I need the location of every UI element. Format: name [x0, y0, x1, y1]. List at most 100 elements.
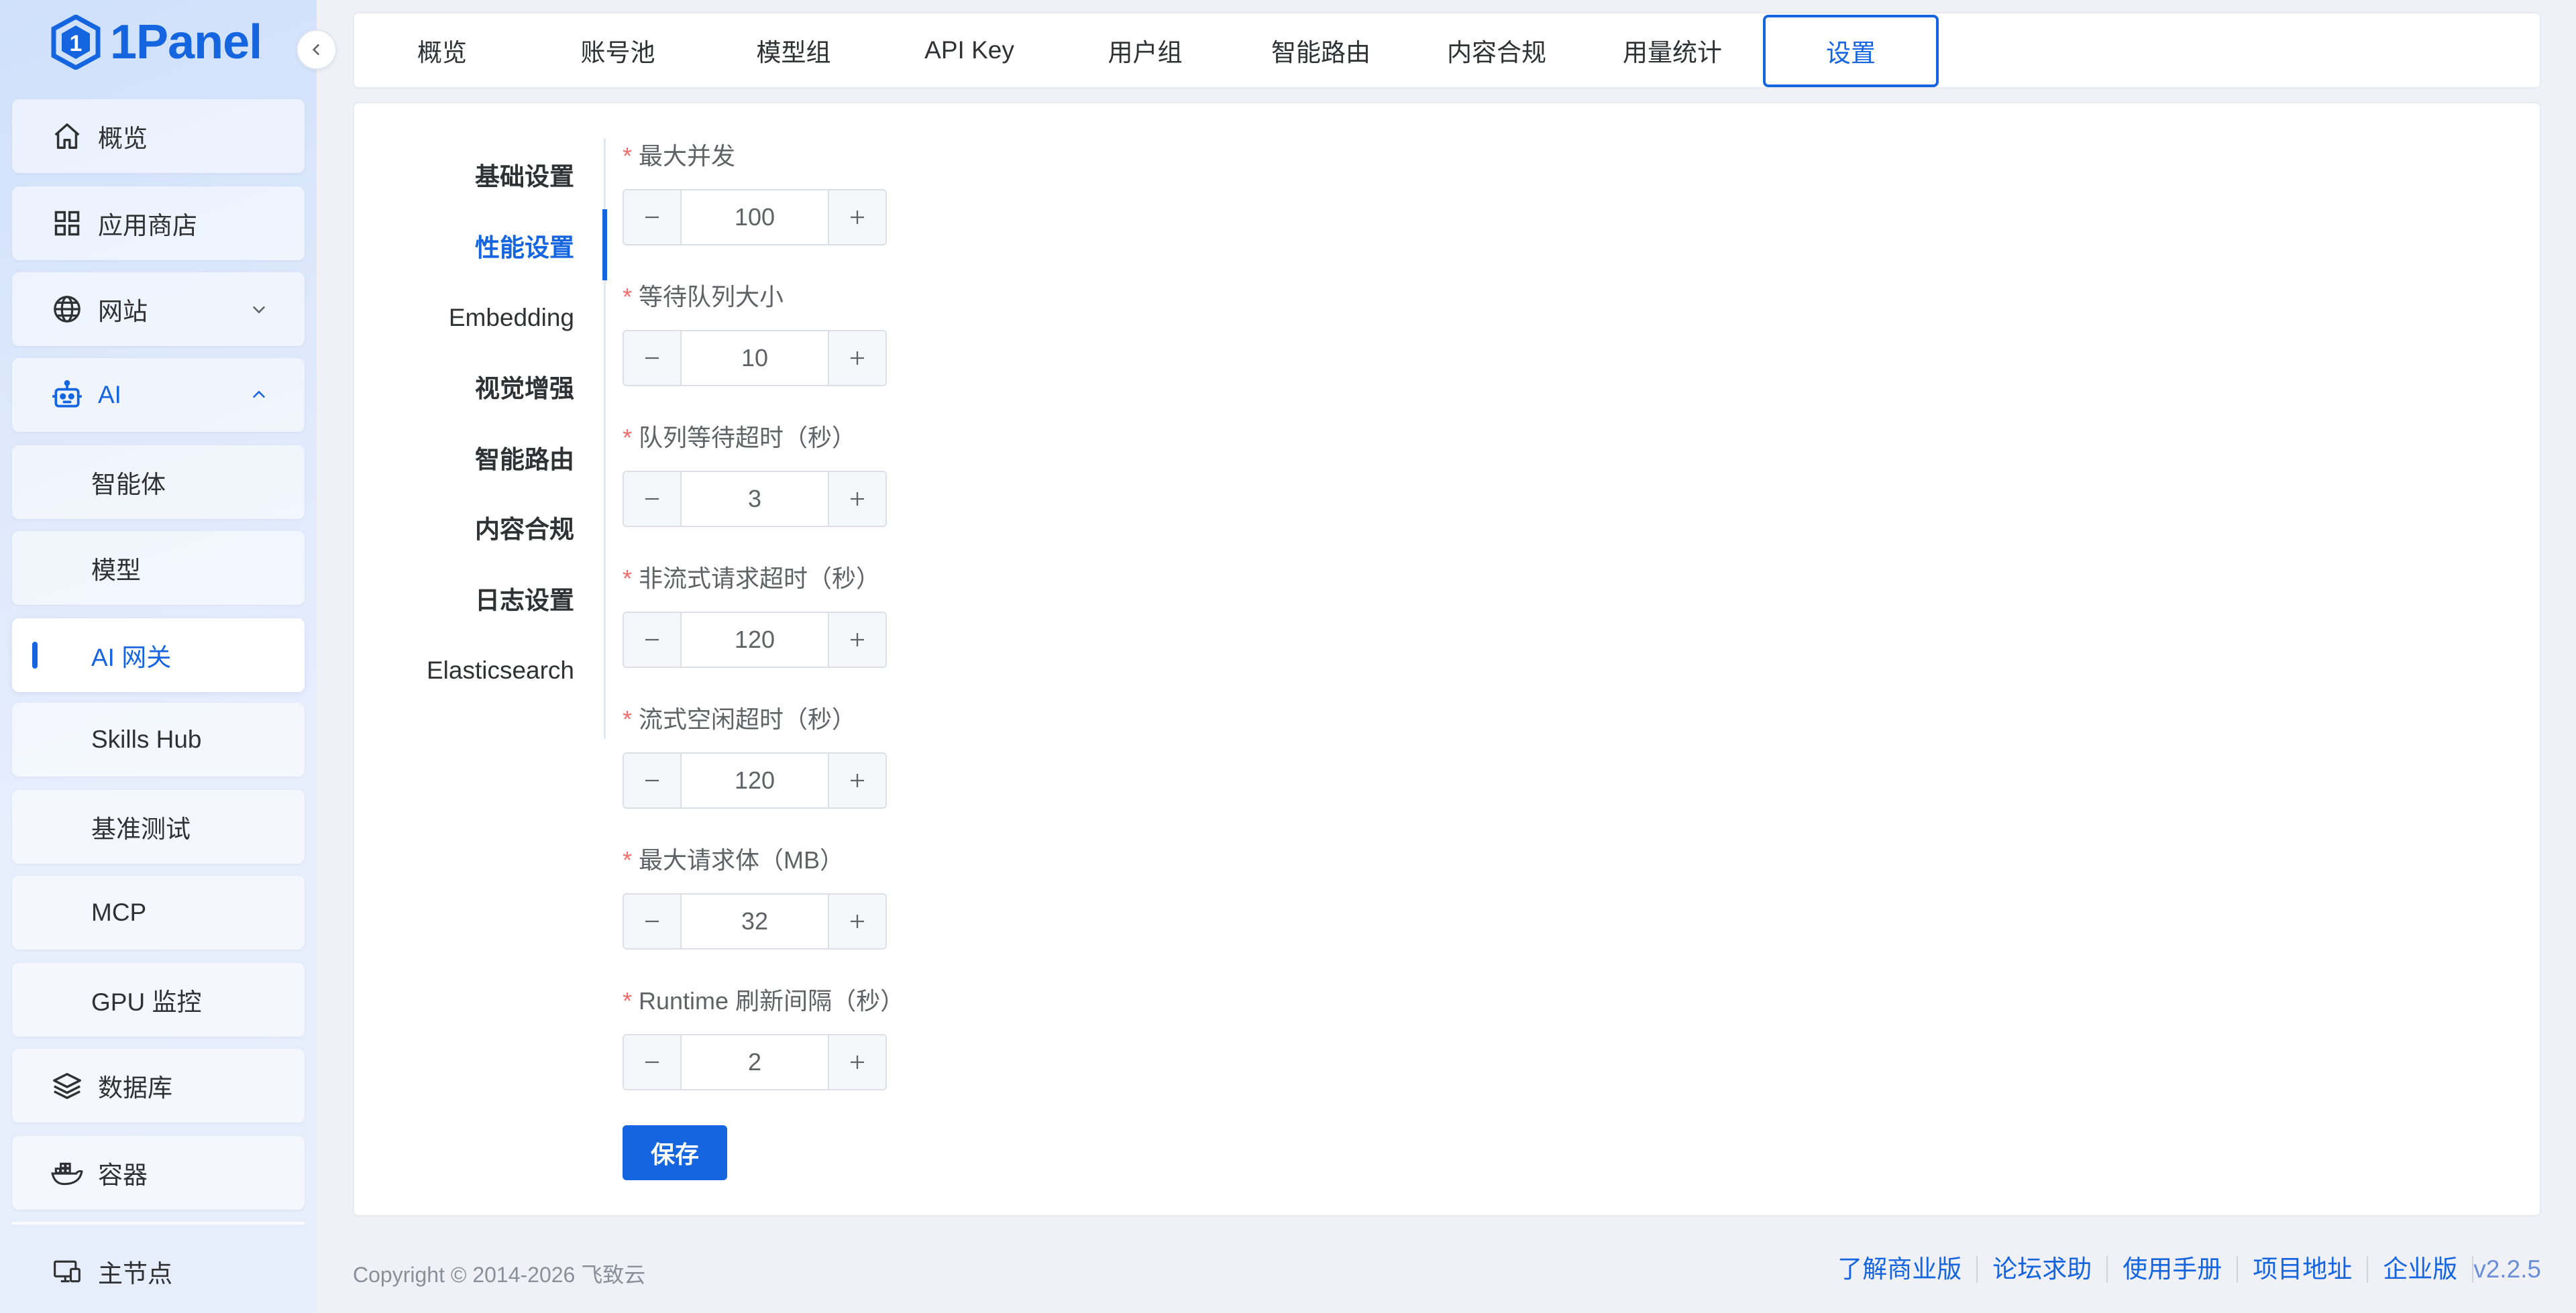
- decrement-button[interactable]: [624, 1035, 682, 1089]
- subnav-performance-settings[interactable]: 性能设置: [354, 228, 606, 268]
- sidebar-item-database[interactable]: 数据库: [12, 1049, 305, 1123]
- tab-model-group[interactable]: 模型组: [706, 15, 881, 86]
- increment-button[interactable]: [828, 472, 885, 526]
- sidebar-item-ai[interactable]: AI: [12, 358, 305, 432]
- subnav-elasticsearch[interactable]: Elasticsearch: [354, 650, 606, 691]
- field-max-concurrency: * 最大并发 100: [623, 139, 887, 245]
- footer: Copyright © 2014-2026 飞致云 了解商业版 论坛求助 使用手…: [317, 1229, 2576, 1313]
- required-mark: *: [623, 424, 633, 451]
- link-user-manual[interactable]: 使用手册: [2108, 1256, 2239, 1283]
- tab-settings[interactable]: 设置: [1763, 15, 1939, 87]
- required-mark: *: [623, 705, 633, 733]
- link-project-address[interactable]: 项目地址: [2238, 1256, 2369, 1283]
- stepper-input[interactable]: 3: [682, 472, 828, 526]
- sidebar-item-main-node[interactable]: 主节点: [12, 1238, 305, 1305]
- version-label: v2.2.5: [2473, 1255, 2541, 1283]
- subnav-log-settings[interactable]: 日志设置: [354, 581, 606, 621]
- plus-icon: [851, 1055, 864, 1069]
- sidebar-item-label: Skills Hub: [91, 726, 202, 753]
- increment-button[interactable]: [828, 331, 885, 385]
- tab-api-key[interactable]: API Key: [881, 15, 1057, 86]
- tab-usage-stats[interactable]: 用量统计: [1585, 15, 1760, 86]
- plus-icon: [851, 774, 864, 787]
- subnav-content-compliance[interactable]: 内容合规: [354, 510, 606, 550]
- stepper-input[interactable]: 100: [682, 190, 828, 244]
- sidebar: 1 1Panel 概览 应用商店 网站 AI 智能体 模型 AI 网关 Skil…: [0, 0, 317, 1313]
- increment-button[interactable]: [828, 754, 885, 807]
- field-runtime-refresh-interval: * Runtime 刷新间隔（秒） 2: [623, 984, 904, 1090]
- plus-icon: [851, 351, 864, 365]
- save-button[interactable]: 保存: [623, 1125, 727, 1180]
- increment-button[interactable]: [828, 1035, 885, 1089]
- sidebar-item-website[interactable]: 网站: [12, 272, 305, 346]
- field-label: Runtime 刷新间隔（秒）: [639, 987, 905, 1015]
- settings-subnav: 基础设置 性能设置 Embedding 视觉增强 智能路由 内容合规 日志设置 …: [354, 103, 606, 707]
- queue-wait-timeout-stepper: 3: [623, 471, 887, 527]
- collapse-sidebar-button[interactable]: [297, 30, 337, 70]
- sidebar-item-label: GPU 监控: [91, 988, 202, 1016]
- sidebar-item-app-store[interactable]: 应用商店: [12, 186, 305, 260]
- max-concurrency-stepper: 100: [623, 189, 887, 245]
- sidebar-item-overview[interactable]: 概览: [12, 99, 305, 173]
- sidebar-item-benchmark[interactable]: 基准测试: [12, 790, 305, 864]
- tab-content-compliance[interactable]: 内容合规: [1409, 15, 1585, 86]
- sidebar-item-label: 智能体: [91, 471, 166, 498]
- sidebar-item-ai-gateway[interactable]: AI 网关: [12, 618, 305, 692]
- link-enterprise-edition[interactable]: 企业版: [2368, 1256, 2474, 1283]
- increment-button[interactable]: [828, 190, 885, 244]
- docker-icon: [50, 1155, 85, 1190]
- sidebar-item-label: 网站: [98, 298, 148, 325]
- increment-button[interactable]: [828, 613, 885, 667]
- minus-icon: [645, 920, 659, 923]
- tab-account-pool[interactable]: 账号池: [530, 15, 706, 86]
- decrement-button[interactable]: [624, 190, 682, 244]
- stepper-input[interactable]: 32: [682, 895, 828, 948]
- sidebar-item-label: 主节点: [98, 1260, 172, 1288]
- field-label: 流式空闲超时（秒）: [639, 705, 857, 733]
- sidebar-item-label: AI: [98, 381, 121, 408]
- logo[interactable]: 1 1Panel: [51, 12, 262, 72]
- sidebar-item-label: 模型: [91, 557, 141, 584]
- logo-icon: 1: [51, 15, 101, 70]
- tab-overview[interactable]: 概览: [354, 15, 530, 86]
- sidebar-item-skills-hub[interactable]: Skills Hub: [12, 703, 305, 777]
- sidebar-item-label: MCP: [91, 899, 147, 926]
- sidebar-item-agents[interactable]: 智能体: [12, 445, 305, 519]
- runtime-refresh-interval-stepper: 2: [623, 1034, 887, 1090]
- subnav-embedding[interactable]: Embedding: [354, 298, 606, 338]
- tab-smart-routing[interactable]: 智能路由: [1233, 15, 1409, 86]
- stepper-input[interactable]: 120: [682, 754, 828, 807]
- subnav-basic-settings[interactable]: 基础设置: [354, 157, 606, 197]
- sidebar-item-label: 基准测试: [91, 815, 191, 843]
- field-queue-wait-timeout: * 队列等待超时（秒） 3: [623, 421, 887, 527]
- field-label: 非流式请求超时（秒）: [639, 565, 881, 592]
- stepper-input[interactable]: 120: [682, 613, 828, 667]
- field-stream-idle-timeout: * 流式空闲超时（秒） 120: [623, 703, 887, 809]
- sidebar-item-gpu-monitor[interactable]: GPU 监控: [12, 963, 305, 1037]
- minus-icon: [645, 357, 659, 359]
- link-commercial-edition[interactable]: 了解商业版: [1823, 1256, 1978, 1283]
- increment-button[interactable]: [828, 895, 885, 948]
- tab-user-group[interactable]: 用户组: [1057, 15, 1233, 86]
- sidebar-item-mcp[interactable]: MCP: [12, 876, 305, 950]
- link-forum-help[interactable]: 论坛求助: [1978, 1256, 2108, 1283]
- field-label: 最大并发: [639, 142, 736, 170]
- sidebar-item-container[interactable]: 容器: [12, 1136, 305, 1210]
- grid-icon: [50, 206, 85, 241]
- sidebar-item-models[interactable]: 模型: [12, 531, 305, 605]
- decrement-button[interactable]: [624, 331, 682, 385]
- decrement-button[interactable]: [624, 895, 682, 948]
- sidebar-item-label: 容器: [98, 1161, 148, 1189]
- subnav-smart-routing[interactable]: 智能路由: [354, 440, 606, 480]
- chevron-down-icon: [248, 298, 270, 320]
- minus-icon: [645, 498, 659, 500]
- settings-card: 基础设置 性能设置 Embedding 视觉增强 智能路由 内容合规 日志设置 …: [353, 102, 2541, 1216]
- stepper-input[interactable]: 10: [682, 331, 828, 385]
- decrement-button[interactable]: [624, 613, 682, 667]
- stepper-input[interactable]: 2: [682, 1035, 828, 1089]
- subnav-vision-enhance[interactable]: 视觉增强: [354, 369, 606, 409]
- decrement-button[interactable]: [624, 472, 682, 526]
- required-mark: *: [623, 987, 633, 1015]
- decrement-button[interactable]: [624, 754, 682, 807]
- field-label: 等待队列大小: [639, 283, 784, 310]
